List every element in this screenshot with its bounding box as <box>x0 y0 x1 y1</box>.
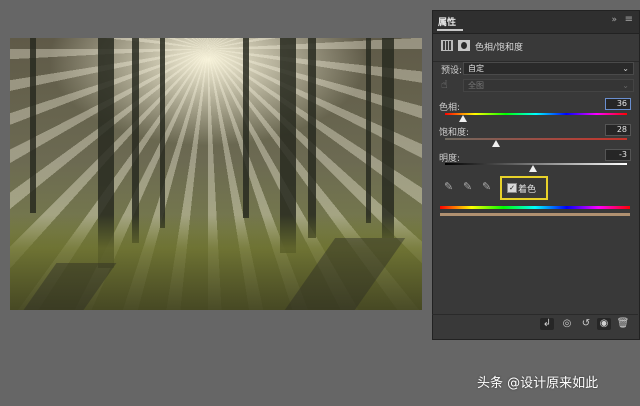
hue-input[interactable]: 36 <box>605 98 631 110</box>
eyedropper-icon[interactable]: ✎ <box>444 181 456 193</box>
layer-mask-icon[interactable] <box>458 40 470 51</box>
divider <box>432 314 638 315</box>
panel-tab-bar: 属性 » ≡ <box>433 11 639 34</box>
active-tab-indicator <box>437 29 463 31</box>
targeted-adjustment-hand-icon[interactable]: ☝ <box>441 79 453 91</box>
output-color-bar <box>440 213 630 216</box>
channel-value: 全图 <box>468 81 484 90</box>
chevron-down-icon: ⌄ <box>622 81 629 90</box>
hue-label: 色相: <box>439 103 461 113</box>
channel-dropdown[interactable]: 全图 ⌄ <box>463 79 634 92</box>
tree-trunk <box>132 38 139 243</box>
input-spectrum-bar <box>440 206 630 209</box>
saturation-slider-track[interactable] <box>445 138 627 140</box>
saturation-label: 饱和度: <box>439 128 470 138</box>
watermark: 头条 @设计原来如此 <box>477 376 599 391</box>
lightness-slider-thumb[interactable] <box>529 165 537 172</box>
properties-panel: 属性 » ≡ 色相/饱和度 预设: 自定 ⌄ ☝ 全图 ⌄ 色相: 36 饱和度… <box>432 10 640 340</box>
tree-trunk <box>243 38 249 218</box>
tree-trunk <box>308 38 316 238</box>
tree-trunk <box>30 38 36 213</box>
hue-slider-track[interactable] <box>445 113 627 115</box>
panel-menu-icon[interactable]: ≡ <box>625 14 633 25</box>
eyedropper-minus-icon[interactable]: ✎ <box>482 181 494 193</box>
clip-to-layer-icon[interactable]: ↲ <box>540 318 554 330</box>
colorize-checkbox[interactable]: ✓ <box>507 183 517 193</box>
visibility-icon[interactable]: ◉ <box>597 318 611 330</box>
preset-dropdown[interactable]: 自定 ⌄ <box>463 62 634 75</box>
tab-properties[interactable]: 属性 <box>438 15 456 28</box>
preset-label: 预设: <box>441 66 463 76</box>
reset-icon[interactable]: ↺ <box>579 318 593 330</box>
tree-trunk <box>382 38 394 238</box>
lightness-input[interactable]: -3 <box>605 149 631 161</box>
collapse-icon[interactable]: » <box>611 15 617 25</box>
canvas-photo <box>10 38 422 310</box>
hue-saturation-layer-icon[interactable] <box>441 40 453 51</box>
preset-value: 自定 <box>468 64 484 73</box>
trash-icon[interactable]: 🗑 <box>616 318 630 330</box>
saturation-slider-thumb[interactable] <box>492 140 500 147</box>
tree-trunk <box>366 38 371 223</box>
view-previous-state-icon[interactable]: ◎ <box>560 318 574 330</box>
hue-slider-thumb[interactable] <box>459 115 467 122</box>
chevron-down-icon: ⌄ <box>622 64 629 73</box>
eyedropper-plus-icon[interactable]: ✎ <box>463 181 475 193</box>
colorize-label[interactable]: 着色 <box>518 182 536 195</box>
adjustment-title: 色相/饱和度 <box>475 43 524 53</box>
saturation-input[interactable]: 28 <box>605 124 631 136</box>
tree-trunk <box>160 38 165 228</box>
